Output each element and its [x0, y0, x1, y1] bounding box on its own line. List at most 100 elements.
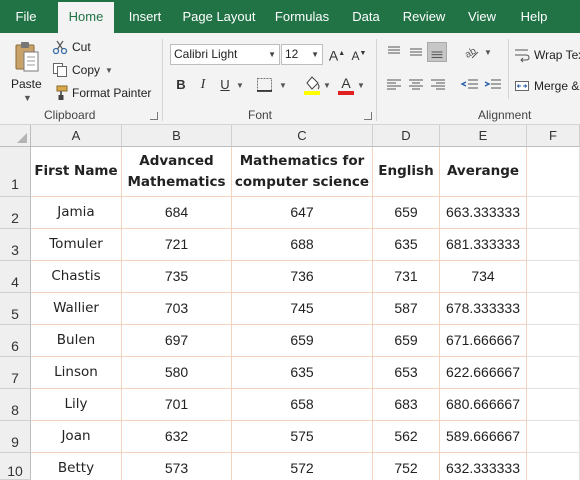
increase-indent-icon[interactable]	[483, 76, 503, 94]
tab-view[interactable]: View	[462, 0, 502, 33]
cell-b2[interactable]: 684	[122, 197, 232, 229]
cell-f7[interactable]	[527, 357, 580, 389]
cell-b6[interactable]: 697	[122, 325, 232, 357]
chevron-down-icon[interactable]: ▼	[484, 48, 492, 57]
cell-e6[interactable]: 671.666667	[440, 325, 527, 357]
cell-f3[interactable]	[527, 229, 580, 261]
row-header-7[interactable]: 7	[0, 357, 31, 389]
cell-a9[interactable]: Joan	[31, 421, 122, 453]
cell-d7[interactable]: 653	[373, 357, 440, 389]
cell-e9[interactable]: 589.666667	[440, 421, 527, 453]
column-header-c[interactable]: C	[232, 125, 373, 147]
cell-d4[interactable]: 731	[373, 261, 440, 293]
cell-e8[interactable]: 680.666667	[440, 389, 527, 421]
chevron-down-icon[interactable]: ▼	[323, 81, 331, 90]
row-header-3[interactable]: 3	[0, 229, 31, 261]
cell-e2[interactable]: 663.333333	[440, 197, 527, 229]
cell-d8[interactable]: 683	[373, 389, 440, 421]
cell-c4[interactable]: 736	[232, 261, 373, 293]
cell-e3[interactable]: 681.333333	[440, 229, 527, 261]
tab-page-layout[interactable]: Page Layout	[180, 0, 258, 33]
increase-font-size-icon[interactable]: A▲	[328, 45, 346, 64]
align-right-icon[interactable]	[429, 76, 447, 94]
cell-d2[interactable]: 659	[373, 197, 440, 229]
cell-a8[interactable]: Lily	[31, 389, 122, 421]
cell-a1[interactable]: First Name	[31, 147, 122, 197]
font-size-combo[interactable]: 12 ▼	[281, 44, 323, 65]
row-header-9[interactable]: 9	[0, 421, 31, 453]
cell-b3[interactable]: 721	[122, 229, 232, 261]
chevron-down-icon[interactable]: ▼	[268, 45, 276, 64]
cell-a10[interactable]: Betty	[31, 453, 122, 480]
font-color-icon[interactable]: A	[337, 74, 355, 96]
chevron-down-icon[interactable]: ▼	[236, 81, 244, 90]
row-header-1[interactable]: 1	[0, 147, 31, 197]
cell-e1[interactable]: Averange	[440, 147, 527, 197]
cell-f1[interactable]	[527, 147, 580, 197]
chevron-down-icon[interactable]: ▼	[279, 81, 287, 90]
cut-button[interactable]: Cut	[52, 37, 91, 57]
row-header-10[interactable]: 10	[0, 453, 31, 480]
cell-a5[interactable]: Wallier	[31, 293, 122, 325]
italic-button[interactable]: I	[194, 76, 212, 94]
cell-a2[interactable]: Jamia	[31, 197, 122, 229]
select-all-button[interactable]	[0, 125, 31, 147]
column-header-d[interactable]: D	[373, 125, 440, 147]
cell-e7[interactable]: 622.666667	[440, 357, 527, 389]
cell-c6[interactable]: 659	[232, 325, 373, 357]
underline-button[interactable]: U	[216, 76, 234, 94]
cell-c10[interactable]: 572	[232, 453, 373, 480]
cell-c8[interactable]: 658	[232, 389, 373, 421]
cell-c1[interactable]: Mathematics for computer science	[232, 147, 373, 197]
cell-c7[interactable]: 635	[232, 357, 373, 389]
cell-d6[interactable]: 659	[373, 325, 440, 357]
wrap-text-button[interactable]: Wrap Tex	[514, 45, 580, 65]
font-launcher-icon[interactable]	[364, 112, 372, 120]
align-center-icon[interactable]	[407, 76, 425, 94]
cell-d5[interactable]: 587	[373, 293, 440, 325]
row-header-4[interactable]: 4	[0, 261, 31, 293]
tab-insert[interactable]: Insert	[124, 0, 166, 33]
fill-color-icon[interactable]	[303, 74, 321, 96]
row-header-5[interactable]: 5	[0, 293, 31, 325]
cell-b4[interactable]: 735	[122, 261, 232, 293]
tab-formulas[interactable]: Formulas	[270, 0, 334, 33]
cell-b7[interactable]: 580	[122, 357, 232, 389]
cell-e4[interactable]: 734	[440, 261, 527, 293]
cell-d3[interactable]: 635	[373, 229, 440, 261]
cell-f4[interactable]	[527, 261, 580, 293]
borders-icon[interactable]	[256, 77, 274, 93]
merge-center-button[interactable]: Merge &	[514, 76, 579, 96]
decrease-font-size-icon[interactable]: A▼	[350, 45, 368, 63]
cell-f9[interactable]	[527, 421, 580, 453]
tab-home[interactable]: Home	[58, 2, 114, 33]
bottom-align-icon[interactable]	[427, 42, 447, 62]
row-header-8[interactable]: 8	[0, 389, 31, 421]
cell-b10[interactable]: 573	[122, 453, 232, 480]
chevron-down-icon[interactable]: ▼	[105, 66, 113, 75]
cell-b9[interactable]: 632	[122, 421, 232, 453]
decrease-indent-icon[interactable]	[460, 76, 480, 94]
cell-b5[interactable]: 703	[122, 293, 232, 325]
cell-e10[interactable]: 632.333333	[440, 453, 527, 480]
cell-c9[interactable]: 575	[232, 421, 373, 453]
cell-f6[interactable]	[527, 325, 580, 357]
format-painter-button[interactable]: Format Painter	[52, 83, 151, 103]
clipboard-launcher-icon[interactable]	[150, 112, 158, 120]
row-header-2[interactable]: 2	[0, 197, 31, 229]
cell-a4[interactable]: Chastis	[31, 261, 122, 293]
cell-d10[interactable]: 752	[373, 453, 440, 480]
column-header-f[interactable]: F	[527, 125, 580, 147]
bold-button[interactable]: B	[172, 76, 190, 94]
row-header-6[interactable]: 6	[0, 325, 31, 357]
tab-review[interactable]: Review	[398, 0, 450, 33]
align-left-icon[interactable]	[385, 76, 403, 94]
tab-data[interactable]: Data	[346, 0, 386, 33]
tab-file[interactable]: File	[6, 0, 46, 33]
chevron-down-icon[interactable]: ▼	[23, 93, 32, 103]
top-align-icon[interactable]	[385, 43, 403, 61]
paste-button[interactable]: Paste ▼	[8, 39, 46, 105]
font-name-combo[interactable]: Calibri Light ▼	[170, 44, 280, 65]
cell-c3[interactable]: 688	[232, 229, 373, 261]
chevron-down-icon[interactable]: ▼	[357, 81, 365, 90]
